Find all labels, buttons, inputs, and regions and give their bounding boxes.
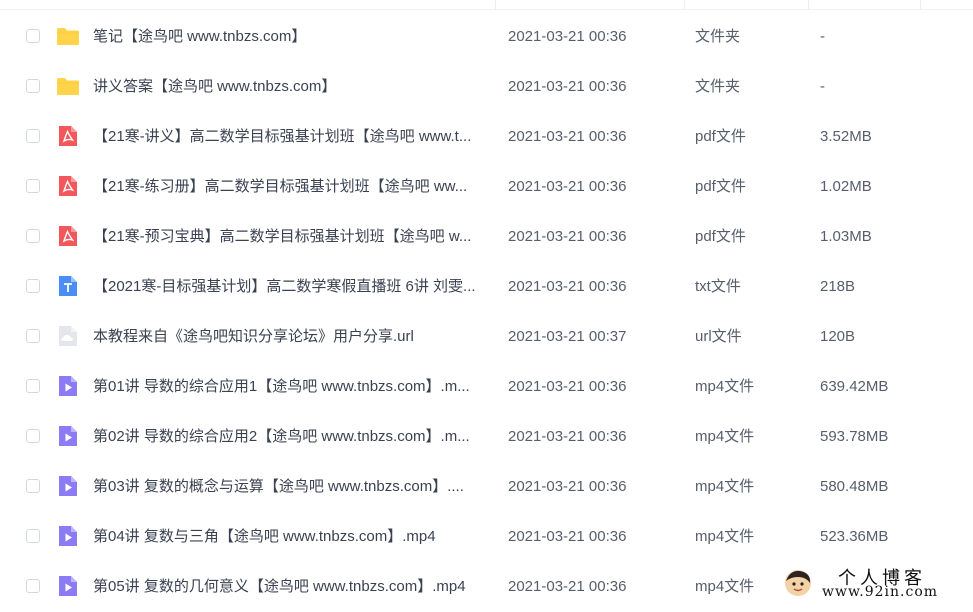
list-header-strip	[0, 0, 973, 10]
column-divider[interactable]	[920, 0, 921, 10]
file-row[interactable]: 笔记【途鸟吧 www.tnbzs.com】 2021-03-21 00:36 文件夹…	[8, 12, 973, 62]
watermark-url: www.92in.com	[822, 584, 939, 600]
file-modified-time: 2021-03-21 00:36	[508, 478, 627, 495]
file-row[interactable]: 讲义答案【途鸟吧 www.tnbzs.com】 2021-03-21 00:36 文…	[8, 62, 973, 112]
file-type: url文件	[695, 328, 742, 345]
file-row[interactable]: 第02讲 导数的综合应用2【途鸟吧 www.tnbzs.com】.m... 202…	[8, 412, 973, 462]
file-size: 218B	[820, 278, 856, 295]
file-type: mp4文件	[695, 478, 755, 495]
row-checkbox[interactable]	[26, 129, 40, 143]
row-checkbox[interactable]	[26, 379, 40, 393]
file-type: txt文件	[695, 278, 741, 295]
file-modified-time: 2021-03-21 00:36	[508, 278, 627, 295]
column-divider[interactable]	[684, 0, 685, 10]
file-name[interactable]: 第01讲 导数的综合应用1【途鸟吧 www.tnbzs.com】.m...	[93, 377, 493, 397]
file-row[interactable]: 【21寒-讲义】高二数学目标强基计划班【途鸟吧 www.t... 2021-03-…	[8, 112, 973, 162]
file-type: pdf文件	[695, 128, 746, 145]
file-type: mp4文件	[695, 578, 755, 595]
file-modified-time: 2021-03-21 00:36	[508, 28, 627, 45]
file-type: pdf文件	[695, 178, 746, 195]
file-name[interactable]: 笔记【途鸟吧 www.tnbzs.com】	[93, 27, 493, 47]
row-checkbox[interactable]	[26, 79, 40, 93]
pdf-icon	[56, 124, 80, 148]
pdf-icon	[56, 174, 80, 198]
file-row[interactable]: 第03讲 复数的概念与运算【途鸟吧 www.tnbzs.com】.... 2021…	[8, 462, 973, 512]
file-row[interactable]: 【21寒-预习宝典】高二数学目标强基计划班【途鸟吧 w... 2021-03-21…	[8, 212, 973, 262]
file-size: 523.36MB	[820, 528, 889, 545]
column-divider[interactable]	[495, 0, 496, 10]
file-size: -	[820, 28, 825, 45]
file-size: 1.03MB	[820, 228, 872, 245]
file-row[interactable]: 第04讲 复数与三角【途鸟吧 www.tnbzs.com】.mp4 2021-03…	[8, 512, 973, 562]
row-checkbox[interactable]	[26, 479, 40, 493]
folder-icon	[56, 24, 80, 48]
file-size: -	[820, 78, 825, 95]
watermark: 个人博客 www.92in.com	[778, 562, 973, 604]
file-row[interactable]: 【21寒-练习册】高二数学目标强基计划班【途鸟吧 ww... 2021-03-21…	[8, 162, 973, 212]
file-type: mp4文件	[695, 428, 755, 445]
url-file-icon	[56, 324, 80, 348]
file-modified-time: 2021-03-21 00:36	[508, 78, 627, 95]
row-checkbox[interactable]	[26, 579, 40, 593]
row-checkbox[interactable]	[26, 429, 40, 443]
row-checkbox[interactable]	[26, 229, 40, 243]
file-name[interactable]: 讲义答案【途鸟吧 www.tnbzs.com】	[93, 77, 493, 97]
row-checkbox[interactable]	[26, 329, 40, 343]
video-icon	[56, 424, 80, 448]
file-size: 120B	[820, 328, 856, 345]
file-row[interactable]: 第01讲 导数的综合应用1【途鸟吧 www.tnbzs.com】.m... 202…	[8, 362, 973, 412]
file-name[interactable]: 【21寒-讲义】高二数学目标强基计划班【途鸟吧 www.t...	[93, 127, 493, 147]
file-name[interactable]: 第04讲 复数与三角【途鸟吧 www.tnbzs.com】.mp4	[93, 527, 493, 547]
file-modified-time: 2021-03-21 00:36	[508, 128, 627, 145]
file-type: pdf文件	[695, 228, 746, 245]
file-name[interactable]: 第02讲 导数的综合应用2【途鸟吧 www.tnbzs.com】.m...	[93, 427, 493, 447]
folder-icon	[56, 74, 80, 98]
file-name[interactable]: 本教程来自《途鸟吧知识分享论坛》用户分享.url	[93, 327, 493, 347]
file-size: 3.52MB	[820, 128, 872, 145]
file-name[interactable]: 【21寒-预习宝典】高二数学目标强基计划班【途鸟吧 w...	[93, 227, 493, 247]
watermark-avatar-icon	[785, 570, 811, 596]
column-divider[interactable]	[808, 0, 809, 10]
file-name[interactable]: 第05讲 复数的几何意义【途鸟吧 www.tnbzs.com】.mp4	[93, 577, 493, 597]
file-size: 593.78MB	[820, 428, 889, 445]
video-icon	[56, 374, 80, 398]
file-size: 639.42MB	[820, 378, 889, 395]
file-name[interactable]: 【2021寒-目标强基计划】高二数学寒假直播班 6讲 刘雯...	[93, 277, 493, 297]
row-checkbox[interactable]	[26, 29, 40, 43]
file-modified-time: 2021-03-21 00:36	[508, 228, 627, 245]
row-checkbox[interactable]	[26, 279, 40, 293]
pdf-icon	[56, 224, 80, 248]
video-icon	[56, 574, 80, 598]
file-size: 580.48MB	[820, 478, 889, 495]
file-modified-time: 2021-03-21 00:36	[508, 378, 627, 395]
video-icon	[56, 474, 80, 498]
file-type: mp4文件	[695, 378, 755, 395]
row-checkbox[interactable]	[26, 179, 40, 193]
file-modified-time: 2021-03-21 00:37	[508, 328, 627, 345]
file-size: 1.02MB	[820, 178, 872, 195]
txt-icon	[56, 274, 80, 298]
row-checkbox[interactable]	[26, 529, 40, 543]
file-name[interactable]: 第03讲 复数的概念与运算【途鸟吧 www.tnbzs.com】....	[93, 477, 493, 497]
file-modified-time: 2021-03-21 00:36	[508, 178, 627, 195]
file-type: mp4文件	[695, 528, 755, 545]
file-modified-time: 2021-03-21 00:36	[508, 578, 627, 595]
file-row[interactable]: 本教程来自《途鸟吧知识分享论坛》用户分享.url 2021-03-21 00:37…	[8, 312, 973, 362]
video-icon	[56, 524, 80, 548]
file-modified-time: 2021-03-21 00:36	[508, 428, 627, 445]
file-row[interactable]: 【2021寒-目标强基计划】高二数学寒假直播班 6讲 刘雯... 2021-03-…	[8, 262, 973, 312]
file-modified-time: 2021-03-21 00:36	[508, 528, 627, 545]
file-type: 文件夹	[695, 78, 741, 95]
file-type: 文件夹	[695, 28, 741, 45]
file-name[interactable]: 【21寒-练习册】高二数学目标强基计划班【途鸟吧 ww...	[93, 177, 493, 197]
